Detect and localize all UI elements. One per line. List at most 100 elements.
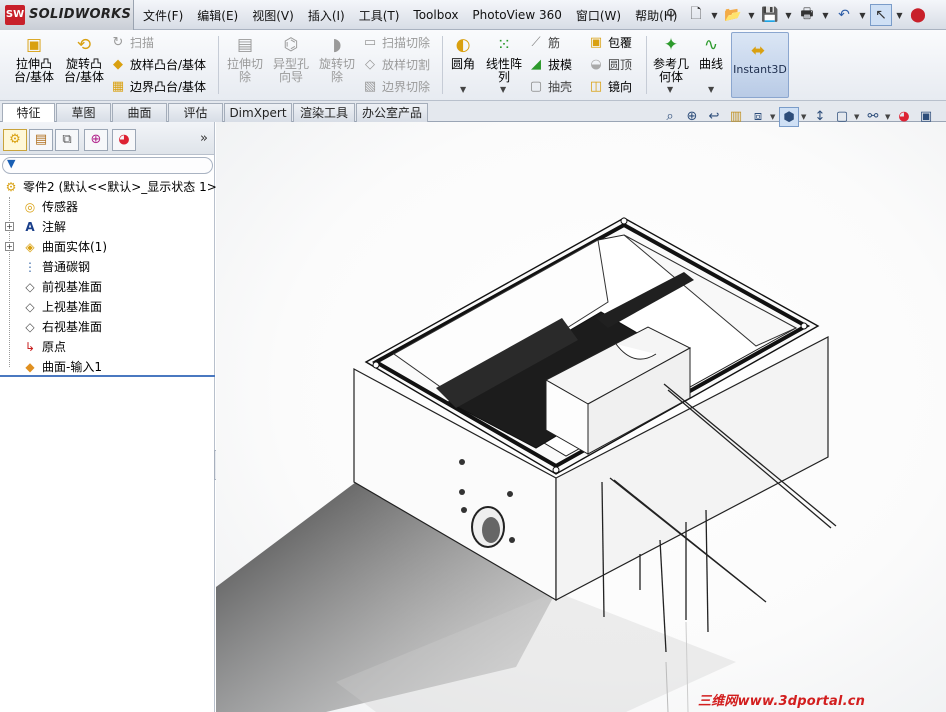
loft-boss-button[interactable]: ◆ 放样凸台/基体 [110,55,206,75]
expand-icon[interactable]: + [5,222,14,231]
chevron-down-icon[interactable]: ▼ [747,11,756,20]
tree-item-right-plane[interactable]: ◇ 右视基准面 [0,317,215,337]
tree-filter-input[interactable]: ▼ [2,157,213,174]
tree-item-top-plane[interactable]: ◇ 上视基准面 [0,297,215,317]
display-manager-icon[interactable]: ◕ [112,129,136,151]
extrude-boss-button[interactable]: ▣ 拉伸凸 台/基体 [8,34,60,84]
view-orientation-icon[interactable]: ⧈ [748,107,768,127]
hole-wizard-button[interactable]: ⌬ 异型孔 向导 [268,34,314,84]
feature-manager-icon[interactable]: ⚙ [3,129,27,151]
tree-item-sensors[interactable]: ◎ 传感器 [0,197,215,217]
chevron-down-icon[interactable]: ▼ [821,11,830,20]
zoom-area-icon[interactable]: ⊕ [682,107,702,127]
revolve-boss-button[interactable]: ⟲ 旋转凸 台/基体 [60,34,108,84]
chevron-down-icon[interactable]: ▼ [885,113,892,121]
tab-dimxpert[interactable]: DimXpert [224,103,292,122]
tree-item-annotations[interactable]: + A 注解 [0,217,215,237]
curves-button[interactable]: ∿ 曲线 [694,34,728,71]
edit-appearance-icon[interactable]: ▢ [832,107,852,127]
menu-toolbox[interactable]: Toolbox [406,8,465,22]
revolve-cut-button[interactable]: ◗ 旋转切 除 [314,34,360,84]
panel-more-icon[interactable]: » [200,131,208,146]
dimxpert-manager-icon[interactable]: ⊕ [84,129,108,151]
configuration-manager-icon[interactable]: ⧉ [55,129,79,151]
boundary-boss-button[interactable]: ▦ 边界凸台/基体 [110,77,206,97]
traffic-light-icon[interactable]: ⬤ [907,4,929,26]
print-icon[interactable]: 🖶 [796,4,818,26]
swept-cut-button[interactable]: ▭ 扫描切除 [362,33,430,53]
save-icon[interactable]: 💾 [759,4,781,26]
tree-item-surface-bodies[interactable]: + ◈ 曲面实体(1) [0,237,215,257]
rib-icon: ⟋ [531,35,541,50]
tab-features[interactable]: 特征 [2,103,55,123]
undo-icon[interactable]: ↶ [833,4,855,26]
tree-item-material[interactable]: ⋮ 普通碳钢 [0,257,215,277]
linear-pattern-button[interactable]: ⁙ 线性阵 列 [482,34,526,84]
display-style-icon[interactable]: ⬢ [779,107,799,127]
pin-icon[interactable]: ⚲ [660,4,682,26]
hide-show-icon[interactable]: ↕ [810,107,830,127]
menu-window[interactable]: 窗口(W) [569,7,628,24]
menu-file[interactable]: 文件(F) [136,7,190,24]
chevron-down-icon[interactable]: ▼ [460,85,466,94]
shell-button[interactable]: ▢ 抽壳 [528,77,572,97]
lofted-cut-icon: ◇ [365,57,375,72]
chevron-down-icon[interactable]: ▼ [667,85,673,94]
rollback-bar[interactable] [0,375,215,377]
tree-item-imported-surface[interactable]: ◆ 曲面-输入1 [0,357,215,377]
chevron-down-icon[interactable]: ▼ [801,113,808,121]
mirror-button[interactable]: ◫ 镜向 [588,77,632,97]
chevron-down-icon[interactable]: ▼ [784,11,793,20]
dome-button[interactable]: ◒ 圆顶 [588,55,632,75]
open-folder-icon[interactable]: 📂 [722,4,744,26]
tab-surfaces[interactable]: 曲面 [112,103,167,122]
tab-evaluate[interactable]: 评估 [168,103,223,122]
sweep-button[interactable]: ↻ 扫描 [110,33,154,53]
select-arrow-icon[interactable]: ↖ [870,4,892,26]
solidworks-logo[interactable]: SW SOLIDWORKS [0,0,134,30]
fillet-button[interactable]: ◐ 圆角 [446,34,480,71]
menu-view[interactable]: 视图(V) [245,7,301,24]
chevron-down-icon[interactable]: ▼ [710,11,719,20]
new-document-icon[interactable]: 🗋 [685,4,707,26]
chevron-down-icon[interactable]: ▼ [770,113,777,121]
origin-icon: ↳ [24,340,36,354]
boundary-cut-button[interactable]: ▧ 边界切除 [362,77,430,97]
menu-edit[interactable]: 编辑(E) [190,7,245,24]
section-view-icon[interactable]: ▥ [726,107,746,127]
instant3d-button[interactable]: ⬌ Instant3D [731,32,789,98]
tab-render-tools[interactable]: 渲染工具 [293,103,355,122]
wrap-button[interactable]: ▣ 包覆 [588,33,632,53]
zoom-to-fit-icon[interactable]: ⌕ [660,107,680,127]
extrude-cut-button[interactable]: ▤ 拉伸切 除 [222,34,268,84]
graphics-area[interactable] [216,122,946,712]
tab-sketch[interactable]: 草图 [56,103,111,122]
lofted-cut-button[interactable]: ◇ 放样切割 [362,55,430,75]
view-settings-icon[interactable]: ▣ [916,107,936,127]
part-model [216,217,837,712]
chevron-down-icon[interactable]: ▼ [708,85,714,94]
extrude-cut-icon: ▤ [236,35,254,55]
tree-item-front-plane[interactable]: ◇ 前视基准面 [0,277,215,297]
expand-icon[interactable]: + [5,242,14,251]
chevron-down-icon[interactable]: ▼ [858,11,867,20]
revolve-boss-icon: ⟲ [76,35,92,55]
previous-view-icon[interactable]: ↩ [704,107,724,127]
draft-button[interactable]: ◢ 拔模 [528,55,572,75]
tree-item-origin[interactable]: ↳ 原点 [0,337,215,357]
reference-geometry-button[interactable]: ✦ 参考几 何体 [650,34,692,84]
appearance-ball-icon[interactable]: ◕ [894,107,914,127]
menu-photoview[interactable]: PhotoView 360 [465,8,568,22]
menu-insert[interactable]: 插入(I) [301,7,352,24]
chevron-down-icon[interactable]: ▼ [854,113,861,121]
apply-scene-icon[interactable]: ⚯ [863,107,883,127]
property-manager-icon[interactable]: ▤ [29,129,53,151]
chevron-down-icon[interactable]: ▼ [895,11,904,20]
command-manager-ribbon: ▣ 拉伸凸 台/基体 ⟲ 旋转凸 台/基体 ↻ 扫描 ◆ 放样凸台/基体 ▦ 边界凸台… [0,30,946,101]
menu-tools[interactable]: 工具(T) [352,7,407,24]
rib-button[interactable]: ⟋ 筋 [528,33,560,53]
tab-office-products[interactable]: 办公室产品 [356,103,428,122]
chevron-down-icon[interactable]: ▼ [500,85,506,94]
tree-root-item[interactable]: ⚙ 零件2 (默认<<默认>_显示状态 1> [0,177,217,197]
tree-item-label: 右视基准面 [42,320,103,334]
